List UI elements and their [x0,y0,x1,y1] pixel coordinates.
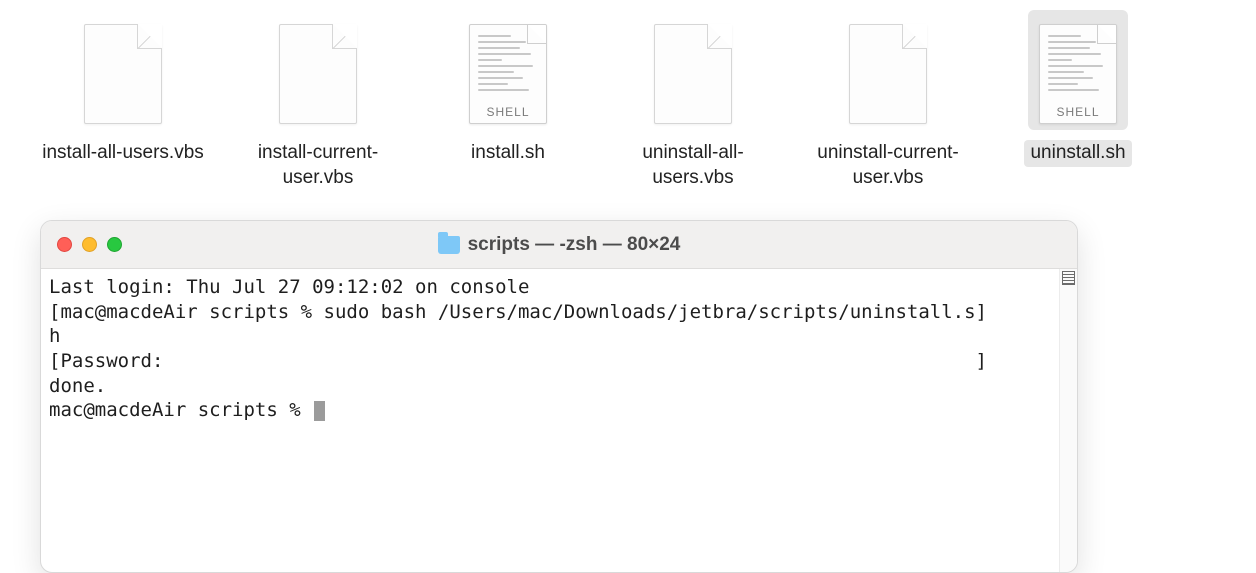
terminal-titlebar[interactable]: scripts — -zsh — 80×24 [41,221,1077,269]
terminal-line: [mac@macdeAir scripts % sudo bash /Users… [49,301,987,323]
file-uninstall-sh[interactable]: SHELL uninstall.sh [988,10,1168,191]
file-label: install-all-users.vbs [36,140,210,167]
file-install-all-users-vbs[interactable]: install-all-users.vbs [28,10,218,191]
scrollbar[interactable] [1059,269,1077,572]
file-icon [838,10,938,130]
file-icon [643,10,743,130]
window-title-text: scripts — -zsh — 80×24 [468,234,681,256]
folder-icon [438,236,460,254]
terminal-prompt: mac@macdeAir scripts % [49,399,312,421]
file-label: uninstall-current-user.vbs [798,140,978,191]
blank-document-icon [84,24,162,124]
file-label: uninstall-all-users.vbs [603,140,783,191]
terminal-line: h [49,325,60,347]
terminal-line: [Password: ] [49,350,987,372]
terminal-window[interactable]: scripts — -zsh — 80×24 Last login: Thu J… [40,220,1078,573]
minimize-button[interactable] [82,237,97,252]
file-install-sh[interactable]: SHELL install.sh [418,10,598,191]
terminal-line: Last login: Thu Jul 27 09:12:02 on conso… [49,276,529,298]
zoom-button[interactable] [107,237,122,252]
file-install-current-user-vbs[interactable]: install-current-user.vbs [218,10,418,191]
window-title: scripts — -zsh — 80×24 [41,234,1077,256]
file-uninstall-all-users-vbs[interactable]: uninstall-all-users.vbs [598,10,788,191]
file-icon [73,10,173,130]
finder-file-row: install-all-users.vbs install-current-us… [0,10,1256,191]
shell-tag: SHELL [470,105,546,119]
window-controls [57,237,122,252]
terminal-output[interactable]: Last login: Thu Jul 27 09:12:02 on conso… [41,269,1059,572]
shell-tag: SHELL [1040,105,1116,119]
file-label: install-current-user.vbs [228,140,408,191]
terminal-cursor [314,401,325,421]
file-icon: SHELL [1028,10,1128,130]
close-button[interactable] [57,237,72,252]
scroll-position-marker [1062,271,1075,285]
file-icon [268,10,368,130]
file-uninstall-current-user-vbs[interactable]: uninstall-current-user.vbs [788,10,988,191]
terminal-line: done. [49,375,106,397]
blank-document-icon [279,24,357,124]
file-label: install.sh [465,140,551,167]
file-icon: SHELL [458,10,558,130]
shell-document-icon: SHELL [469,24,547,124]
file-label: uninstall.sh [1024,140,1131,167]
blank-document-icon [849,24,927,124]
terminal-body[interactable]: Last login: Thu Jul 27 09:12:02 on conso… [41,269,1077,572]
blank-document-icon [654,24,732,124]
shell-document-icon: SHELL [1039,24,1117,124]
